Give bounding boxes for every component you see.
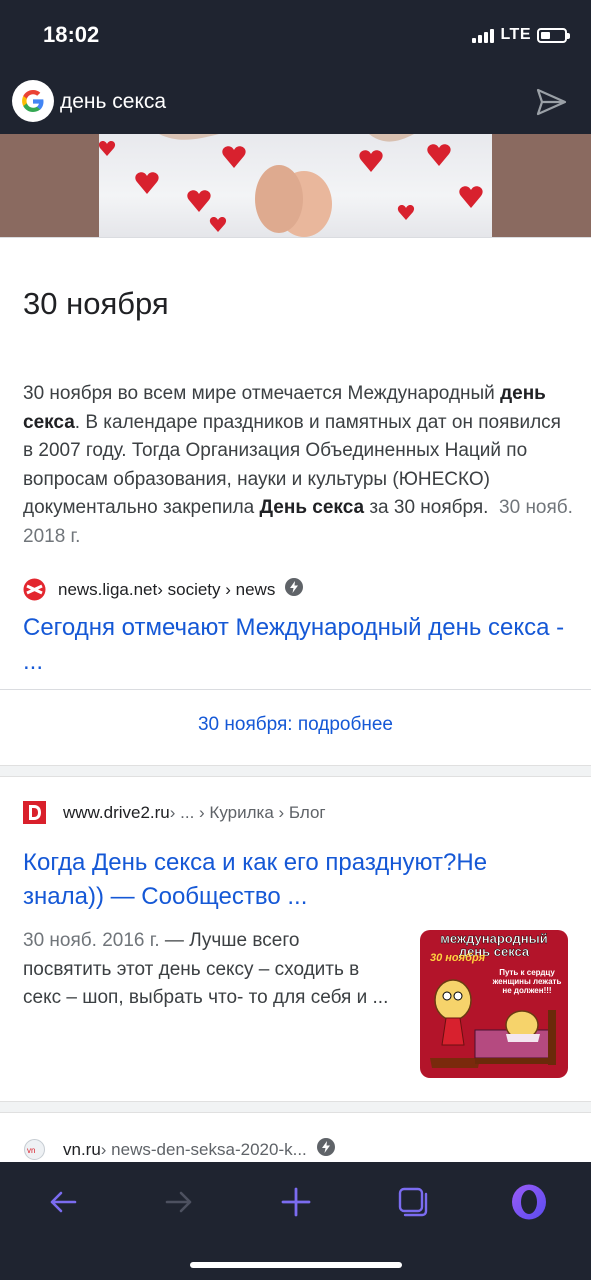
more-details-link[interactable]: 30 ноября: подробнее xyxy=(0,714,591,736)
source-path: › news-den-seksa-2020-k... xyxy=(100,1139,307,1159)
result-snippet: 30 нояб. 2016 г. — Лучше всего посвятить… xyxy=(23,927,393,1013)
featured-snippet: 30 ноября во всем мире отмечается Междун… xyxy=(23,380,573,551)
divider xyxy=(0,689,591,690)
add-icon[interactable] xyxy=(274,1180,318,1224)
featured-date-title: 30 ноября xyxy=(23,286,169,321)
thumbnail-drawing xyxy=(430,979,556,1068)
hero-photo xyxy=(99,134,492,237)
status-indicators: LTE xyxy=(472,26,570,44)
signal-icon xyxy=(472,27,495,43)
source-domain: vn.ru xyxy=(63,1139,101,1159)
amp-icon xyxy=(285,578,304,601)
result-title-link[interactable]: Когда День секса и как его празднуют?Не … xyxy=(23,846,571,914)
google-icon xyxy=(12,80,54,122)
back-icon[interactable] xyxy=(41,1180,85,1224)
result-source[interactable]: www.drive2.ru › ... › Курилка › Блог xyxy=(23,801,326,824)
source-domain: www.drive2.ru xyxy=(63,802,170,822)
tabs-icon[interactable] xyxy=(391,1180,435,1224)
search-query[interactable]: день секса xyxy=(60,90,166,114)
result-source[interactable]: news.liga.net › society › news xyxy=(23,578,304,601)
source-path: › society › news xyxy=(157,579,276,599)
amp-icon xyxy=(316,1138,335,1161)
snippet-text: 30 ноября во всем мире отмечается Междун… xyxy=(23,383,501,404)
battery-icon xyxy=(537,27,570,43)
snippet-text: за 30 ноября. xyxy=(364,497,489,518)
result-source[interactable]: vn vn.ru › news-den-seksa-2020-k... xyxy=(23,1138,335,1161)
status-time: 18:02 xyxy=(43,22,100,47)
source-domain: news.liga.net xyxy=(58,579,158,599)
svg-text:vn: vn xyxy=(27,1146,35,1155)
network-label: LTE xyxy=(500,26,531,43)
card-separator xyxy=(0,765,591,777)
search-bar[interactable]: день секса xyxy=(0,70,591,134)
home-indicator xyxy=(190,1262,402,1268)
send-icon[interactable] xyxy=(535,86,567,123)
drive2-favicon xyxy=(23,801,46,824)
source-path: › ... › Курилка › Блог xyxy=(169,802,326,822)
snippet-date: 30 нояб. 2016 г. xyxy=(23,930,160,951)
snippet-bold: День секса xyxy=(259,497,365,518)
card-separator xyxy=(0,1101,591,1113)
status-bar: 18:02 LTE xyxy=(0,0,591,70)
divider xyxy=(0,237,591,238)
forward-icon[interactable] xyxy=(157,1180,201,1224)
opera-icon[interactable] xyxy=(507,1180,551,1224)
hero-image[interactable] xyxy=(0,134,591,237)
vn-favicon: vn xyxy=(23,1138,46,1161)
liga-favicon xyxy=(23,578,46,601)
result-title-link[interactable]: Сегодня отмечают Международный день секс… xyxy=(23,611,571,679)
result-thumbnail[interactable]: международный день секса 30 ноября Путь … xyxy=(420,930,568,1078)
